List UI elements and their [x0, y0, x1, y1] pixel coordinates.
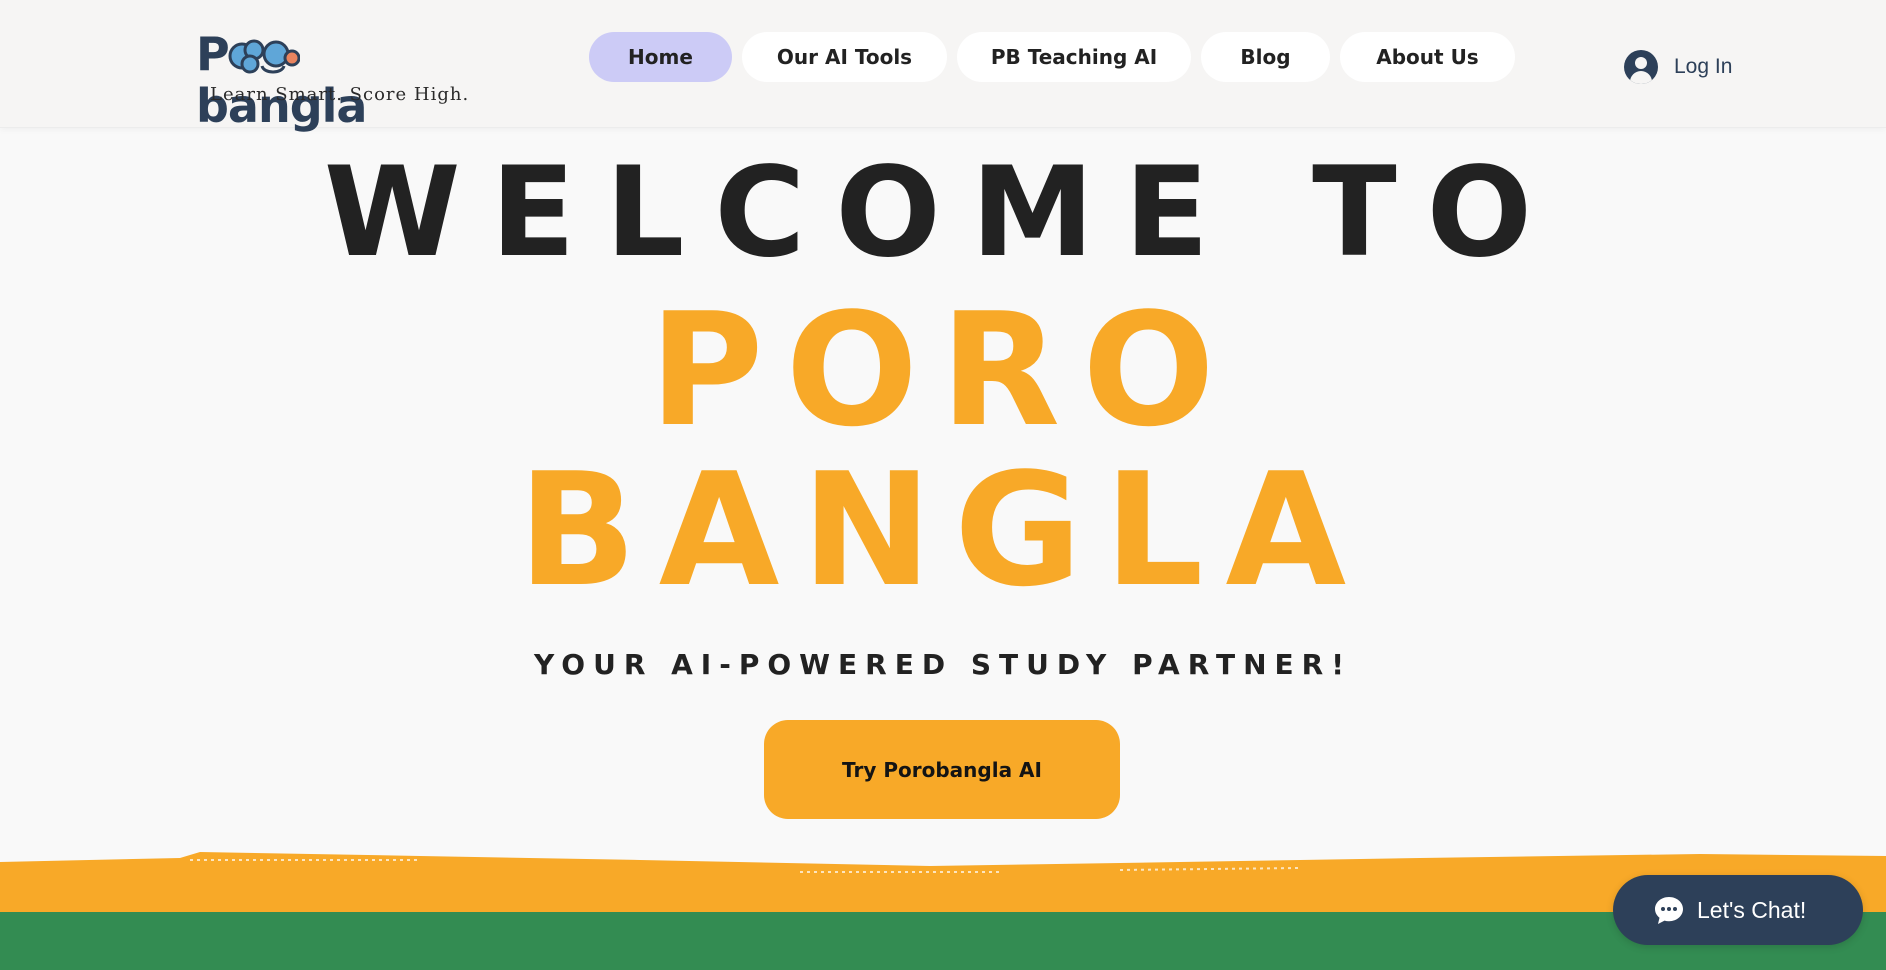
chat-bubble-icon [1655, 897, 1683, 924]
porobangla-logo[interactable]: Pbangla Learn Smart. Score High. [196, 28, 468, 132]
nav-item-home[interactable]: Home [589, 32, 732, 82]
brain-logo-icon [228, 39, 300, 74]
user-avatar-icon [1624, 50, 1658, 84]
nav-item-blog[interactable]: Blog [1201, 32, 1330, 82]
hero-brand-line-1: PORO [649, 279, 1237, 461]
nav-item-pb-teaching-ai[interactable]: PB Teaching AI [957, 32, 1191, 82]
decorative-color-bands [0, 852, 1886, 970]
login-button[interactable]: Log In [1624, 49, 1732, 85]
hero-brand-line-2: BANGLA [517, 439, 1369, 621]
nav-item-about-us[interactable]: About Us [1340, 32, 1515, 82]
try-porobangla-ai-button[interactable]: Try Porobangla AI [764, 720, 1120, 819]
nav-item-our-ai-tools[interactable]: Our AI Tools [742, 32, 947, 82]
hero-welcome-heading: WELCOME TO [323, 141, 1563, 285]
hero-subtitle: YOUR AI-POWERED STUDY PARTNER! [534, 648, 1352, 681]
site-header: Pbangla Learn Smart. Score High. Home Ou… [0, 0, 1886, 132]
login-label: Log In [1674, 55, 1733, 78]
chat-widget-label: Let's Chat! [1697, 896, 1807, 923]
chat-widget-button[interactable]: Let's Chat! [1613, 875, 1863, 945]
logo-tagline: Learn Smart. Score High. [210, 84, 470, 105]
